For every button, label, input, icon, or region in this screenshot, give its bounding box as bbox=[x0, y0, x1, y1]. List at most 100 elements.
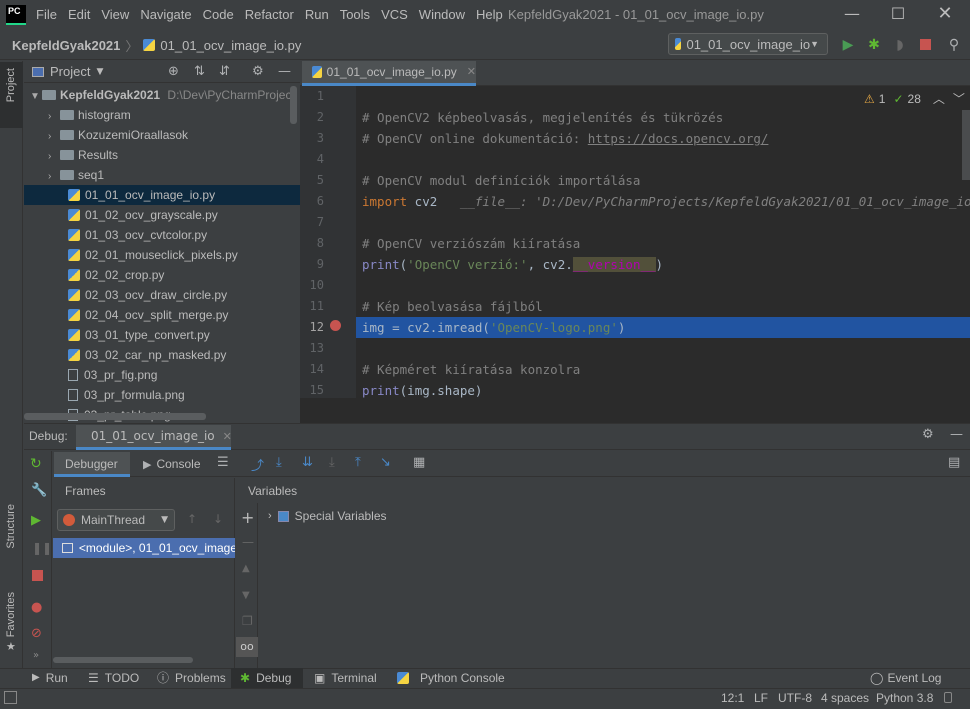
arrow-up-icon[interactable]: ↑ bbox=[187, 512, 197, 526]
run-to-cursor-icon[interactable]: ↘ bbox=[380, 455, 391, 470]
step-into-my-code-icon[interactable]: ⤓ bbox=[329, 455, 335, 470]
tab-console[interactable]: ▶ Console bbox=[143, 457, 201, 471]
show-execution-point-icon[interactable]: ⤴ bbox=[251, 455, 264, 474]
coverage-icon[interactable]: ◗ bbox=[890, 35, 910, 55]
tree-root[interactable]: ▼ KepfeldGyak2021 D:\Dev\PyCharmProject bbox=[24, 85, 300, 105]
tree-folder[interactable]: › histogram bbox=[24, 105, 300, 125]
maximize-button[interactable]: ☐ bbox=[875, 0, 921, 30]
thread-select[interactable]: MainThread ▼ bbox=[57, 509, 175, 531]
stop-icon[interactable] bbox=[915, 35, 935, 55]
frames-scrollbar[interactable] bbox=[53, 657, 193, 663]
expand-all-icon[interactable]: ⇅ bbox=[194, 64, 205, 79]
chevron-up-icon[interactable]: ︿ bbox=[933, 90, 945, 107]
vertical-scrollbar[interactable] bbox=[290, 86, 297, 124]
breadcrumb-file[interactable]: 01_01_ocv_image_io.py bbox=[160, 38, 301, 53]
structure-tool-button[interactable]: Structure bbox=[0, 500, 23, 570]
tab-debugger[interactable]: Debugger bbox=[54, 452, 130, 477]
show-watches-icon[interactable]: oo bbox=[236, 637, 258, 657]
pause-icon[interactable]: ❚❚ bbox=[32, 541, 52, 555]
tree-file[interactable]: 03_01_type_convert.py bbox=[24, 325, 300, 345]
menu-window[interactable]: Window bbox=[419, 0, 472, 30]
tree-file[interactable]: 01_01_ocv_image_io.py bbox=[24, 185, 300, 205]
remove-watch-icon[interactable]: — bbox=[242, 535, 254, 549]
chevron-right-icon[interactable]: › bbox=[268, 510, 272, 522]
arrow-down-icon[interactable]: ↓ bbox=[213, 512, 223, 526]
tree-file[interactable]: 02_03_ocv_draw_circle.py bbox=[24, 285, 300, 305]
more-icon[interactable]: » bbox=[33, 650, 39, 661]
doc-link[interactable]: https://docs.opencv.org/ bbox=[588, 131, 769, 146]
run-icon[interactable]: ▶ bbox=[838, 35, 858, 55]
collapse-all-icon[interactable]: ⇵ bbox=[219, 64, 230, 79]
step-into-icon[interactable]: ⇊ bbox=[302, 455, 313, 470]
tree-folder[interactable]: › Results bbox=[24, 145, 300, 165]
menu-vcs[interactable]: VCS bbox=[381, 0, 415, 30]
restore-layout-icon[interactable]: ▤ bbox=[948, 455, 960, 470]
tree-file[interactable]: 03_pr_fig.png bbox=[24, 365, 300, 385]
toggle-tool-windows-icon[interactable] bbox=[4, 691, 17, 704]
menu-file[interactable]: File bbox=[36, 0, 64, 30]
file-encoding[interactable]: UTF-8 bbox=[778, 688, 812, 709]
project-tool-button[interactable]: Project bbox=[0, 62, 23, 128]
step-out-icon[interactable]: ⤒ bbox=[355, 455, 361, 470]
python-interpreter[interactable]: Python 3.8 bbox=[876, 688, 933, 709]
stack-frame-item[interactable]: <module>, 01_01_ocv_image bbox=[53, 538, 235, 558]
tree-file[interactable]: 02_04_ocv_split_merge.py bbox=[24, 305, 300, 325]
run-configuration-select[interactable]: 01_01_ocv_image_io ▼ bbox=[668, 33, 828, 55]
menu-run[interactable]: Run bbox=[305, 0, 336, 30]
view-breakpoints-icon[interactable]: ● bbox=[31, 600, 42, 615]
favorites-tool-button[interactable]: Favorites ★ bbox=[0, 588, 23, 658]
tree-folder[interactable]: › KozuzemiOraallasok bbox=[24, 125, 300, 145]
chevron-down-icon[interactable]: ﹀ bbox=[953, 90, 965, 107]
close-icon[interactable]: ✕ bbox=[467, 61, 476, 83]
move-up-icon[interactable]: ▲ bbox=[242, 563, 250, 574]
editor-scrollbar[interactable] bbox=[962, 110, 970, 180]
menu-navigate[interactable]: Navigate bbox=[140, 0, 198, 30]
debug-bug-icon[interactable]: ✱ bbox=[864, 35, 884, 55]
debug-session-tab[interactable]: 01_01_ocv_image_io ✕ bbox=[76, 425, 232, 450]
menu-refactor[interactable]: Refactor bbox=[245, 0, 301, 30]
lock-icon[interactable] bbox=[944, 692, 952, 703]
caret-position[interactable]: 12:1 bbox=[721, 688, 744, 709]
tree-file[interactable]: 03_pr_formula.png bbox=[24, 385, 300, 405]
indent-setting[interactable]: 4 spaces bbox=[821, 688, 869, 709]
tree-folder[interactable]: › seq1 bbox=[24, 165, 300, 185]
horizontal-scrollbar[interactable] bbox=[24, 413, 206, 420]
special-variables-node[interactable]: › Special Variables bbox=[268, 509, 387, 523]
gear-icon[interactable]: ⚙ bbox=[252, 64, 264, 79]
menu-help[interactable]: Help bbox=[476, 0, 510, 30]
search-icon[interactable]: ⚲ bbox=[944, 35, 964, 55]
evaluate-expression-icon[interactable]: ▦ bbox=[413, 455, 425, 470]
project-panel-title[interactable]: Project bbox=[50, 64, 90, 79]
breadcrumb-project[interactable]: KepfeldGyak2021 bbox=[12, 38, 120, 53]
resume-icon[interactable]: ▶ bbox=[31, 513, 41, 528]
copy-icon[interactable]: ❐ bbox=[242, 614, 253, 628]
tree-file[interactable]: 01_02_ocv_grayscale.py bbox=[24, 205, 300, 225]
menu-view[interactable]: View bbox=[101, 0, 136, 30]
hide-panel-icon[interactable]: — bbox=[950, 427, 963, 442]
chevron-right-icon[interactable]: › bbox=[48, 167, 60, 187]
tab-python-console[interactable]: Python Console bbox=[397, 668, 505, 688]
chevron-right-icon[interactable]: › bbox=[48, 107, 60, 127]
line-separator[interactable]: LF bbox=[754, 688, 768, 709]
mute-breakpoints-icon[interactable]: ⊘ bbox=[31, 626, 42, 641]
code-area[interactable]: # OpenCV2 képbeolvasás, megjelenítés és … bbox=[356, 86, 970, 398]
tab-run[interactable]: ▶ Run bbox=[32, 668, 68, 688]
event-log-button[interactable]: ◯ Event Log bbox=[870, 668, 941, 688]
locate-target-icon[interactable]: ⊕ bbox=[168, 64, 179, 79]
chevron-right-icon[interactable]: › bbox=[48, 127, 60, 147]
tab-problems[interactable]: ⓘ Problems bbox=[157, 668, 226, 688]
tree-file[interactable]: 02_01_mouseclick_pixels.py bbox=[24, 245, 300, 265]
gear-icon[interactable]: ⚙ bbox=[922, 427, 934, 442]
add-watch-icon[interactable]: + bbox=[241, 508, 254, 527]
close-icon[interactable]: ✕ bbox=[223, 430, 232, 443]
tree-file[interactable]: 03_02_car_np_masked.py bbox=[24, 345, 300, 365]
breakpoint-icon[interactable] bbox=[330, 320, 341, 331]
rerun-icon[interactable]: ↻ bbox=[30, 456, 42, 472]
hide-panel-icon[interactable]: — bbox=[278, 64, 291, 79]
inspection-widget[interactable]: ⚠ 1 ✓ 28 ︿ ﹀ bbox=[864, 90, 965, 107]
tab-debug[interactable]: ✱ Debug bbox=[231, 668, 303, 688]
chevron-down-icon[interactable]: ▼ bbox=[96, 67, 103, 77]
menu-tools[interactable]: Tools bbox=[340, 0, 377, 30]
step-over-icon[interactable]: ⤓ bbox=[276, 455, 282, 470]
tab-terminal[interactable]: ▣ Terminal bbox=[314, 668, 377, 688]
